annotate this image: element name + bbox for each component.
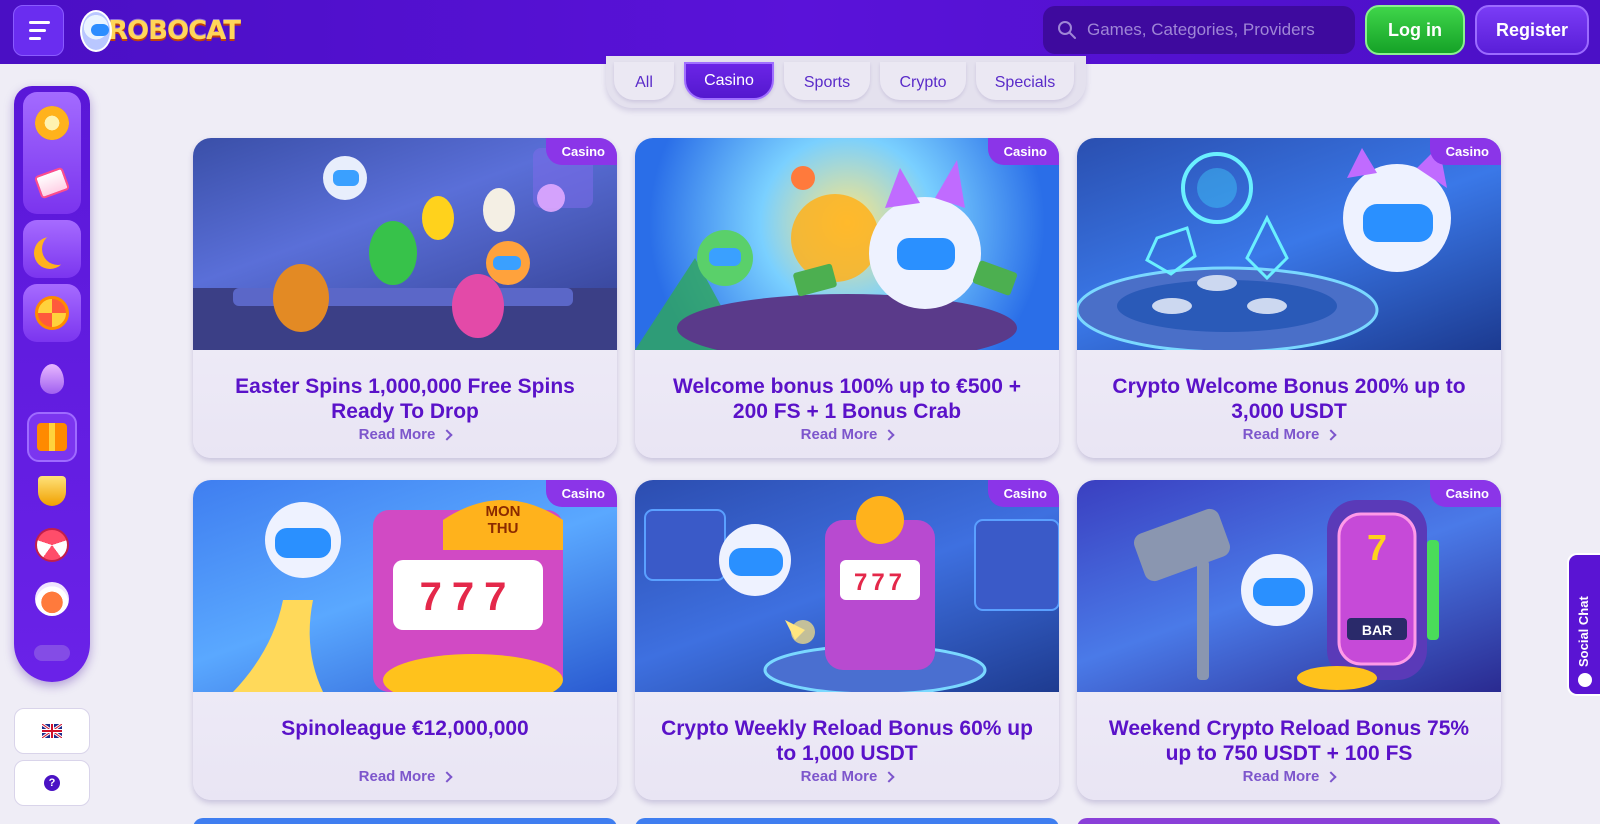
login-button[interactable]: Log in [1365, 5, 1465, 55]
promo-card[interactable]: MON THU 777 Casino Spinoleague €12,000,0… [193, 480, 617, 800]
sidebar-item-casino[interactable] [23, 98, 81, 148]
promo-card[interactable]: Casino Easter Spins 1,000,000 Free Spins… [193, 138, 617, 458]
hamburger-menu-button[interactable] [13, 5, 64, 56]
sidebar-item-tournaments[interactable] [23, 466, 81, 516]
ticket-icon [33, 166, 71, 200]
trophy-icon [38, 476, 66, 506]
promo-title: Crypto Welcome Bonus 200% up to 3,000 US… [1112, 375, 1466, 423]
sidebar-rail [14, 86, 90, 682]
read-more-label: Read More [358, 768, 436, 785]
chevron-right-icon [1325, 770, 1338, 783]
promo-card[interactable]: Casino Welcome bonus 100% up to €500 + 2… [635, 138, 1059, 458]
sidebar-item-tickets[interactable] [23, 158, 81, 208]
slot-sevens: 777 [420, 575, 517, 619]
sidebar-item-moon[interactable] [23, 220, 81, 278]
promo-category-tabs: All Casino Sports Crypto Specials [606, 56, 1086, 108]
category-badge: Casino [545, 138, 617, 165]
tab-casino[interactable]: Casino [684, 62, 774, 100]
sidebar-group-top [23, 92, 81, 214]
robocat-logo[interactable]: ROBOCAT [80, 6, 241, 56]
slot-sign-line-1: MON [486, 503, 521, 520]
menu-line [29, 29, 46, 32]
sidebar-item-easter[interactable] [23, 354, 81, 404]
promo-image-weekly: 777 Casino [635, 480, 1059, 692]
chevron-right-icon [441, 770, 454, 783]
language-selector[interactable] [14, 708, 90, 754]
register-button[interactable]: Register [1475, 5, 1589, 55]
category-badge: Casino [987, 138, 1059, 165]
read-more-link[interactable]: Read More [193, 768, 617, 785]
promo-title: Easter Spins 1,000,000 Free Spins Ready … [235, 375, 575, 423]
category-badge: Casino [545, 480, 617, 507]
promo-card[interactable]: Casino Crypto Welcome Bonus 200% up to 3… [1077, 138, 1501, 458]
tab-specials[interactable]: Specials [976, 62, 1074, 100]
help-button[interactable]: ? [14, 760, 90, 806]
promo-title: Spinoleague €12,000,000 [281, 717, 529, 740]
promo-image-crypto: Casino [1077, 138, 1501, 350]
chip-icon [35, 106, 69, 140]
slot-sign-line-2: THU [488, 520, 519, 537]
slot-seven: 7 [1367, 527, 1387, 568]
search-icon [1058, 21, 1076, 39]
menu-line [29, 37, 41, 40]
category-badge: Casino [987, 480, 1059, 507]
top-header: ROBOCAT Log in Register [0, 0, 1600, 64]
menu-line [29, 21, 50, 24]
read-more-label: Read More [800, 426, 878, 443]
prize-wheel-icon [35, 528, 69, 562]
question-icon: ? [44, 775, 60, 791]
sidebar-item-prize[interactable] [23, 520, 81, 570]
promo-image-welcome: Casino [635, 138, 1059, 350]
tab-sports[interactable]: Sports [784, 62, 870, 100]
promo-image-spinoleague: MON THU 777 Casino [193, 480, 617, 692]
cloud-icon [34, 645, 70, 661]
sidebar-item-gift[interactable] [27, 412, 77, 462]
chevron-right-icon [883, 428, 896, 441]
category-badge: Casino [1429, 480, 1501, 507]
promo-card[interactable]: 7 BAR Casino Weekend Crypto Reload Bonus… [1077, 480, 1501, 800]
gift-box-icon [37, 423, 67, 451]
read-more-link[interactable]: Read More [1077, 426, 1501, 443]
read-more-label: Read More [1242, 768, 1320, 785]
sidebar-item-more[interactable] [23, 628, 81, 678]
promo-image-easter: Casino [193, 138, 617, 350]
promo-card-next-peek [193, 818, 617, 824]
chevron-right-icon [883, 770, 896, 783]
slot-sevens: 777 [854, 569, 906, 596]
chevron-right-icon [1325, 428, 1338, 441]
uk-flag-icon [42, 724, 62, 738]
category-badge: Casino [1429, 138, 1501, 165]
wheel-icon [35, 296, 69, 330]
promo-title: Weekend Crypto Reload Bonus 75% up to 75… [1108, 717, 1470, 765]
promo-card[interactable]: 777 Casino Crypto Weekly Reload Bonus 60… [635, 480, 1059, 800]
read-more-link[interactable]: Read More [1077, 768, 1501, 785]
easter-egg-icon [40, 364, 64, 394]
read-more-link[interactable]: Read More [193, 426, 617, 443]
search-input[interactable] [1087, 20, 1337, 40]
chevron-right-icon [441, 428, 454, 441]
search-bar[interactable] [1043, 6, 1355, 54]
sidebar-item-vip[interactable] [23, 574, 81, 624]
tab-crypto[interactable]: Crypto [880, 62, 966, 100]
chat-icon [1578, 673, 1592, 687]
promo-image-weekend: 7 BAR Casino [1077, 480, 1501, 692]
slot-bar-label: BAR [1362, 622, 1392, 638]
promo-title: Welcome bonus 100% up to €500 + 200 FS +… [673, 375, 1021, 423]
read-more-label: Read More [358, 426, 436, 443]
robocat-mascot-icon [80, 10, 113, 52]
promo-card-next-peek [635, 818, 1059, 824]
social-chat-label: Social Chat [1576, 596, 1591, 667]
promo-card-next-peek [1077, 818, 1501, 824]
social-chat-tab[interactable]: Social Chat [1567, 553, 1600, 696]
promo-title: Crypto Weekly Reload Bonus 60% up to 1,0… [661, 717, 1033, 765]
read-more-label: Read More [800, 768, 878, 785]
read-more-link[interactable]: Read More [635, 768, 1059, 785]
tab-all[interactable]: All [614, 62, 674, 100]
read-more-link[interactable]: Read More [635, 426, 1059, 443]
crescent-icon [42, 233, 74, 265]
logo-text: ROBOCAT [108, 16, 241, 46]
cat-face-icon [35, 582, 69, 616]
sidebar-item-wheel[interactable] [23, 284, 81, 342]
read-more-label: Read More [1242, 426, 1320, 443]
